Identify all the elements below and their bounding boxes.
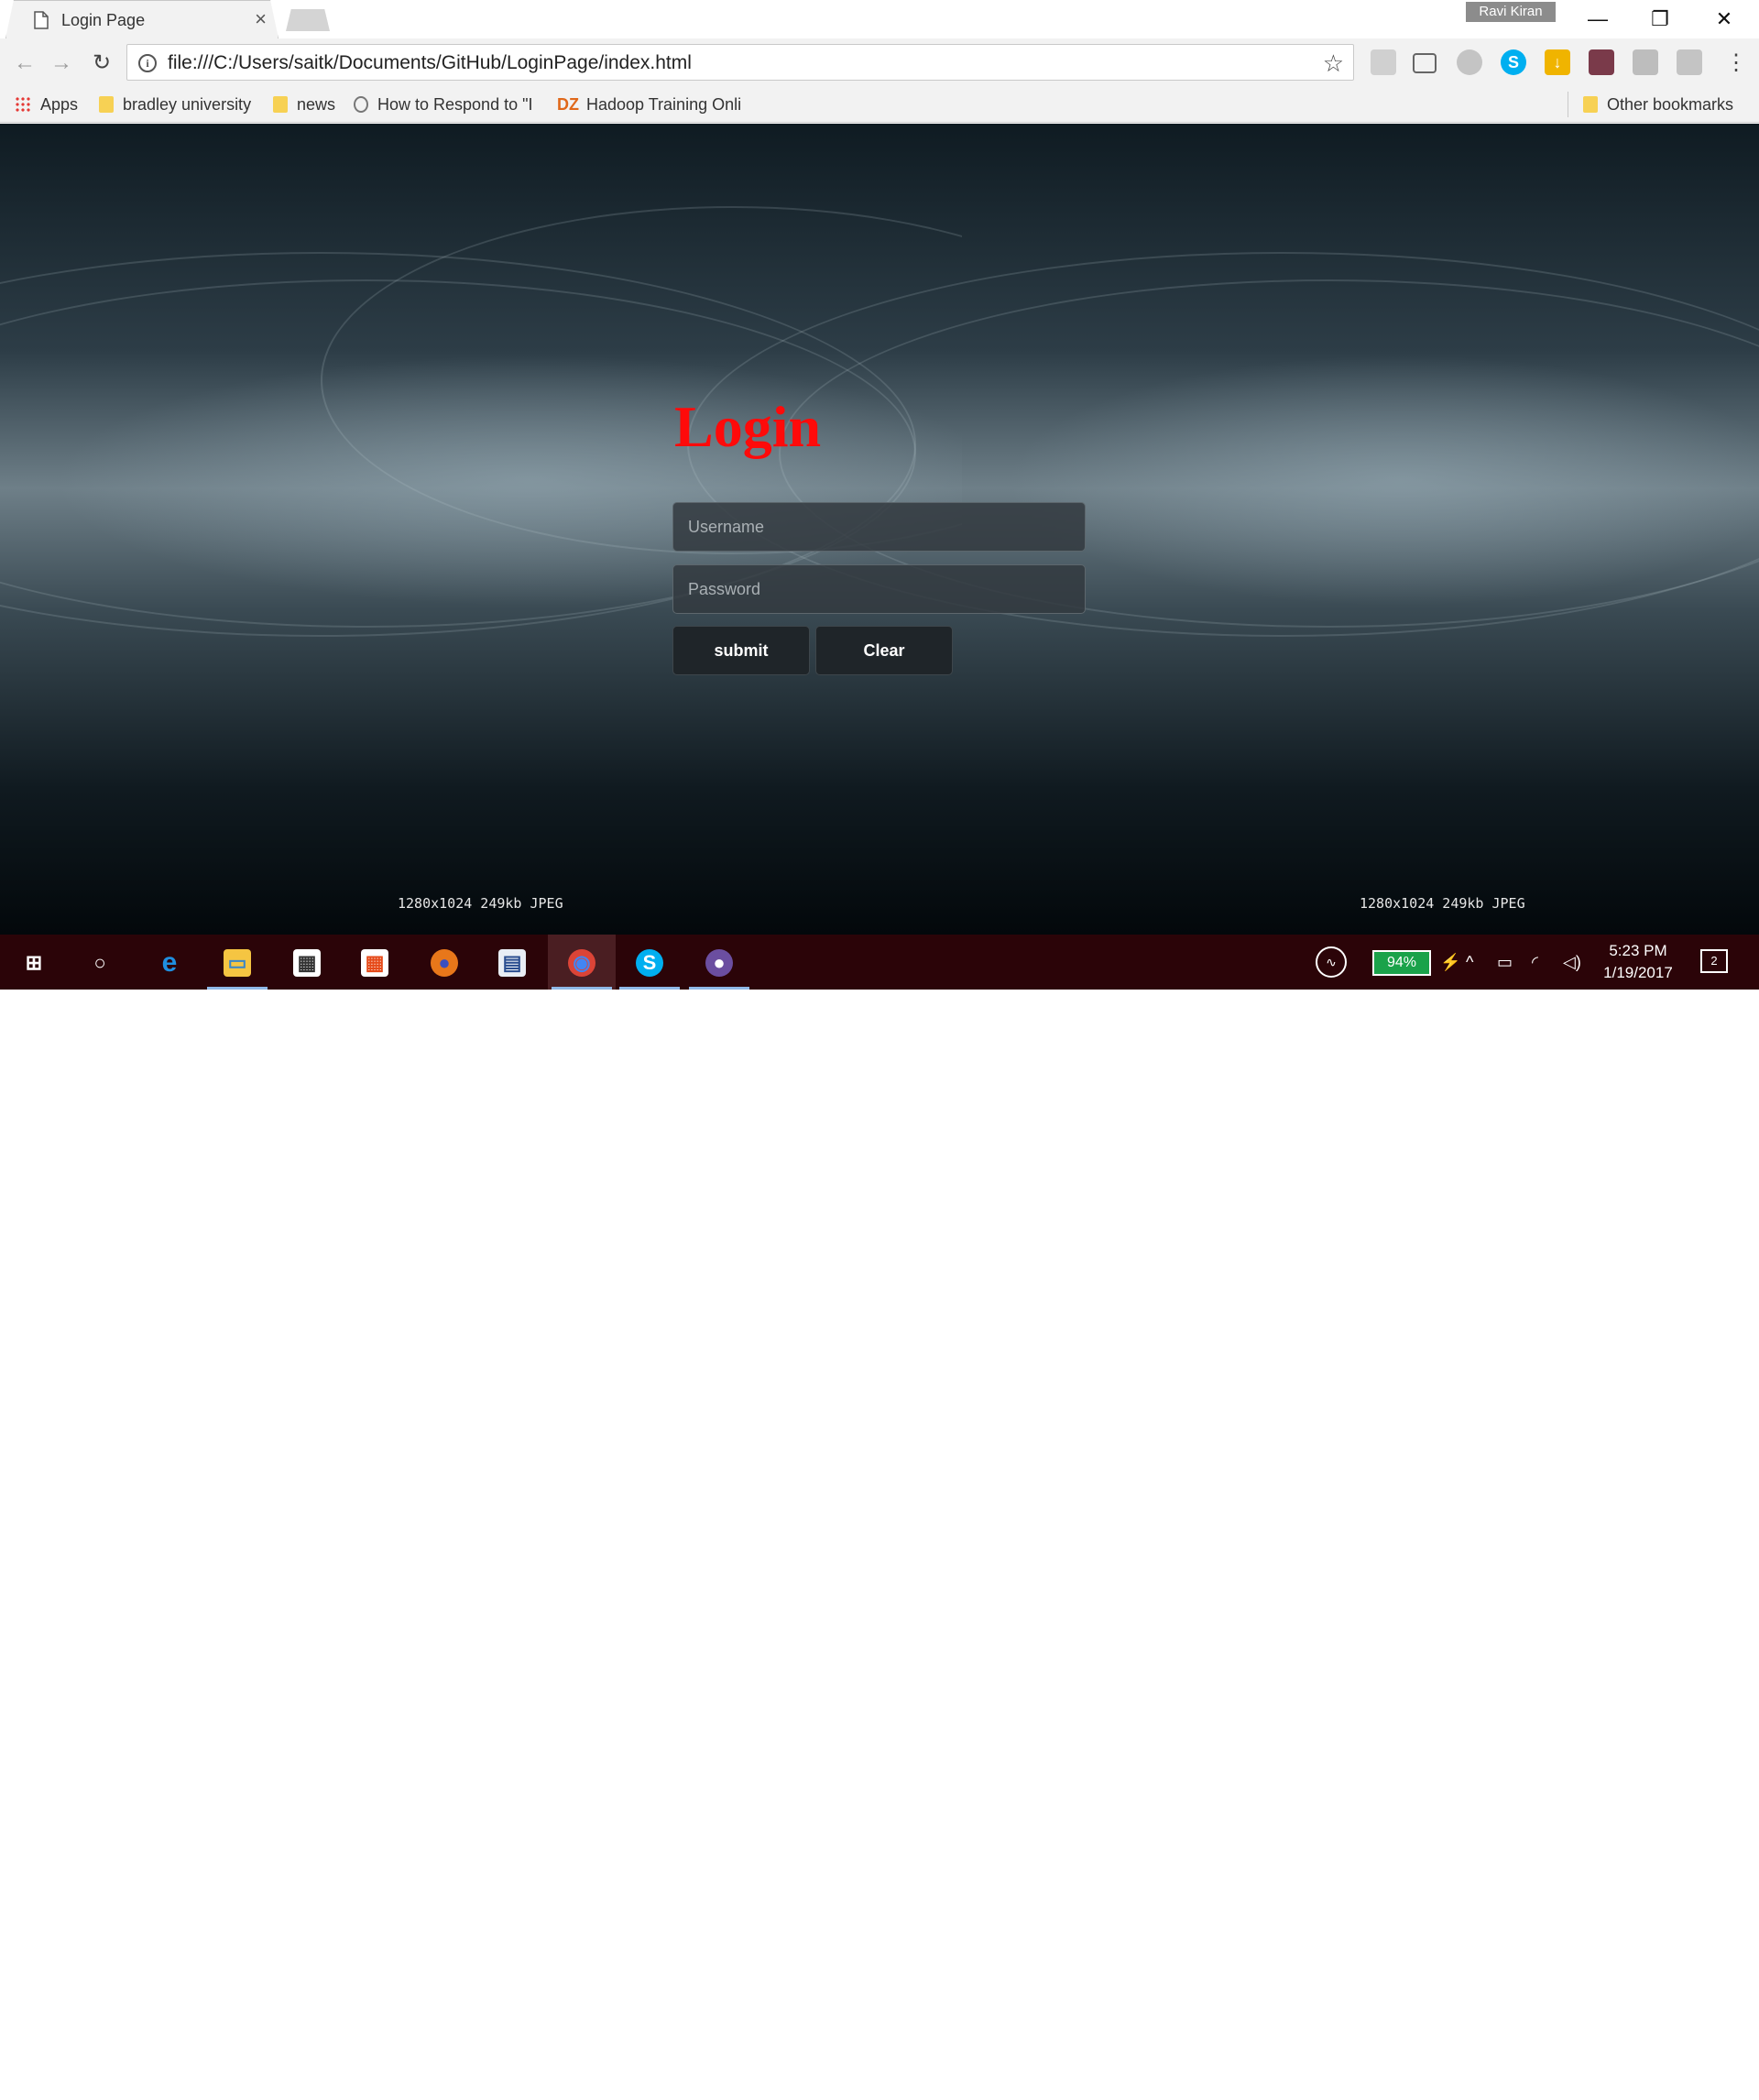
folder-icon <box>1583 96 1598 113</box>
address-url[interactable]: file:///C:/Users/saitk/Documents/GitHub/… <box>168 52 692 74</box>
close-window-button[interactable]: ✕ <box>1697 4 1752 35</box>
picture-extension-icon[interactable] <box>1589 49 1614 75</box>
browser-toolbar: ← → ↻ i file:///C:/Users/saitk/Documents… <box>0 38 1759 86</box>
running-indicator <box>689 987 749 990</box>
page-viewport: 1280x1024 249kb JPEG 1280x1024 249kb JPE… <box>0 124 1759 935</box>
clock[interactable]: 5:23 PM 1/19/2017 <box>1594 940 1682 984</box>
notification-center-icon[interactable]: 2 <box>1700 949 1728 973</box>
dz-icon: DZ <box>557 95 579 114</box>
forward-button[interactable]: → <box>48 49 75 77</box>
bookmark-how-to-respond[interactable]: How to Respond to "I <box>354 93 537 115</box>
wifi-icon[interactable]: ◜ <box>1532 935 1538 990</box>
running-indicator <box>207 987 268 990</box>
notification-count: 2 <box>1710 954 1718 968</box>
bookmark-news[interactable]: news <box>273 93 335 115</box>
taskbar-apps-tile[interactable]: ▦ <box>341 935 409 990</box>
bookmark-apps[interactable]: Apps <box>15 93 78 115</box>
taskbar-store[interactable]: ▦ <box>273 935 341 990</box>
show-hidden-icons-icon[interactable]: ^ <box>1466 935 1473 990</box>
apps-tile-icon: ▦ <box>361 949 388 977</box>
site-info-icon[interactable]: i <box>138 54 157 72</box>
windows-logo-icon: ⊞ <box>25 951 43 974</box>
bookmark-label: How to Respond to "I <box>377 95 533 114</box>
windows-taskbar: ⊞ ○ e ▭ ▦ ▦ ● ▤ ◉ S ● ∿ 94% ⚡ ^ ▭ ◜ ◁) 5… <box>0 935 1759 990</box>
bookmark-hadoop-training[interactable]: DZ Hadoop Training Onli <box>557 93 749 115</box>
volume-icon[interactable]: ◁) <box>1563 935 1581 990</box>
profile-badge[interactable]: Ravi Kiran <box>1466 2 1556 22</box>
image-info-left: 1280x1024 249kb JPEG <box>398 895 563 912</box>
github-icon: ● <box>705 949 733 977</box>
download-extension-icon[interactable]: ↓ <box>1545 49 1570 75</box>
back-button[interactable]: ← <box>11 49 38 77</box>
edge-icon: e <box>161 947 178 978</box>
clear-button[interactable]: Clear <box>815 626 953 675</box>
store-icon: ▦ <box>293 949 321 977</box>
taskbar-skype[interactable]: S <box>616 935 683 990</box>
cortana-icon: ○ <box>93 951 106 974</box>
username-input[interactable] <box>672 502 1086 552</box>
battery-indicator[interactable]: 94% <box>1372 950 1431 976</box>
bookmark-label: bradley university <box>123 95 252 114</box>
start-button[interactable]: ⊞ <box>0 935 68 990</box>
login-heading: Login <box>674 394 822 459</box>
submit-button[interactable]: submit <box>672 626 810 675</box>
address-bar[interactable]: i file:///C:/Users/saitk/Documents/GitHu… <box>126 44 1354 81</box>
battery-tray-icon[interactable]: ▭ <box>1497 935 1513 990</box>
activity-monitor-icon[interactable]: ∿ <box>1316 946 1347 978</box>
clock-date: 1/19/2017 <box>1603 964 1673 981</box>
reload-button[interactable]: ↻ <box>88 49 115 77</box>
tab-title: Login Page <box>61 11 146 29</box>
chrome-icon: ◉ <box>568 949 595 977</box>
tab-login-page[interactable]: Login Page × <box>5 0 279 38</box>
link-icon <box>354 96 368 113</box>
taskbar-chrome[interactable]: ◉ <box>548 935 616 990</box>
power-plug-icon: ⚡ <box>1440 953 1461 971</box>
folder-icon <box>273 96 288 113</box>
restore-button[interactable]: ❐ <box>1633 4 1688 35</box>
taskbar-file-explorer[interactable]: ▭ <box>203 935 271 990</box>
bookmark-other-bookmarks[interactable]: Other bookmarks <box>1583 93 1733 115</box>
password-input[interactable] <box>672 564 1086 614</box>
tab-strip: Login Page × Ravi Kiran — ❐ ✕ <box>0 0 1759 38</box>
taskbar-remote-desktop[interactable]: ▤ <box>478 935 546 990</box>
firefox-icon: ● <box>431 949 458 977</box>
bookmark-label: news <box>297 95 336 114</box>
skype-extension-icon[interactable]: S <box>1501 49 1526 75</box>
skype-taskbar-icon: S <box>636 949 663 977</box>
page-icon <box>34 11 49 29</box>
apps-grid-icon <box>15 96 31 113</box>
running-indicator <box>619 987 680 990</box>
cast-icon[interactable] <box>1413 53 1437 73</box>
cortana-button[interactable]: ○ <box>66 935 134 990</box>
remote-desktop-icon: ▤ <box>498 949 526 977</box>
chrome-menu-icon[interactable]: ⋮ <box>1722 49 1750 77</box>
folder-icon <box>99 96 114 113</box>
bookmark-label: Other bookmarks <box>1607 95 1734 114</box>
minimize-button[interactable]: — <box>1570 4 1625 35</box>
bookmark-label: Apps <box>40 95 79 114</box>
taskbar-github[interactable]: ● <box>685 935 753 990</box>
people-extension-icon[interactable] <box>1633 49 1658 75</box>
tab-close-icon[interactable]: × <box>255 9 267 29</box>
bookmark-bradley-university[interactable]: bradley university <box>99 93 251 115</box>
new-tab-button[interactable] <box>286 9 330 31</box>
bookmark-star-icon[interactable]: ☆ <box>1323 49 1344 78</box>
clock-time: 5:23 PM <box>1609 942 1667 959</box>
bookmarks-bar: Apps bradley university news How to Resp… <box>0 86 1759 123</box>
cube-extension-icon[interactable] <box>1371 49 1396 75</box>
circle-extension-icon[interactable] <box>1457 49 1482 75</box>
taskbar-edge[interactable]: e <box>136 935 203 990</box>
file-explorer-icon: ▭ <box>224 949 251 977</box>
image-info-right: 1280x1024 249kb JPEG <box>1360 895 1525 912</box>
pdf-extension-icon[interactable] <box>1677 49 1702 75</box>
bookmark-label: Hadoop Training Onli <box>586 95 742 114</box>
taskbar-firefox[interactable]: ● <box>410 935 478 990</box>
running-indicator <box>552 987 612 990</box>
